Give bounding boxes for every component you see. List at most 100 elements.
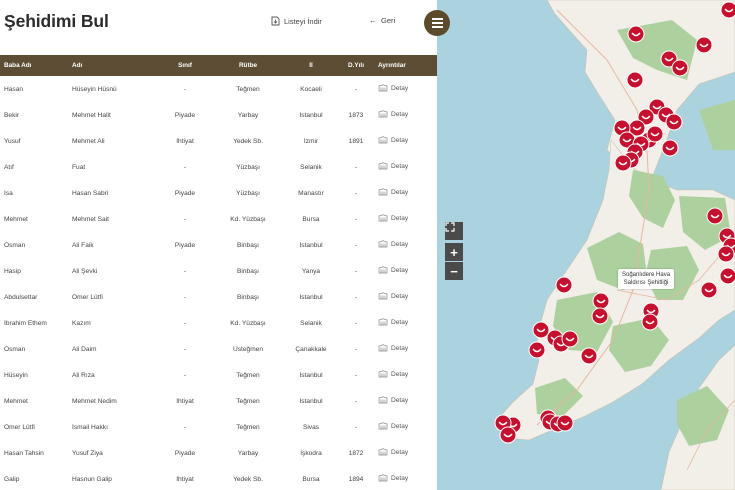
cell-birth-year: 1873 (348, 111, 364, 119)
table-row: Osman Ali Daim - Üsteğmen Çanakkale - Detay (0, 336, 437, 362)
martyr-marker[interactable] (561, 330, 579, 348)
map-canvas[interactable] (437, 0, 735, 490)
cell-province: İzmir (303, 137, 319, 145)
download-list-link[interactable]: Listeyi İndir (271, 16, 322, 26)
detail-button[interactable]: Detay (378, 110, 408, 118)
detail-button[interactable]: Detay (378, 136, 408, 144)
detail-button[interactable]: Detay (378, 344, 408, 352)
martyr-marker[interactable] (614, 154, 632, 172)
cell-rank: Yüzbaşı (236, 189, 260, 197)
zoom-in-button[interactable]: + (445, 243, 463, 261)
detail-label: Detay (391, 188, 409, 196)
table-row: Hasan Hüseyin Hüsnü - Teğmen Kocaeli - Detay (0, 76, 437, 102)
martyr-marker[interactable] (627, 25, 645, 43)
martyr-marker[interactable] (671, 59, 689, 77)
cell-rank: Binbaşı (237, 293, 259, 301)
cell-name: Yusuf Ziya (72, 449, 103, 457)
detail-button[interactable]: Detay (378, 422, 408, 430)
cell-name: Hasan Sabri (72, 189, 109, 197)
column-header-father-name: Baba Adı (4, 62, 32, 69)
cell-birth-year: - (354, 215, 358, 223)
martyr-marker[interactable] (580, 347, 598, 365)
table-row: Atıf Fuat - Yüzbaşı Selanik - Detay (0, 154, 437, 180)
cell-father-name: Bekir (4, 111, 20, 119)
detail-button[interactable]: Detay (378, 84, 408, 92)
cell-province: Selanik (300, 163, 322, 171)
detail-button[interactable]: Detay (378, 318, 408, 326)
detail-button[interactable]: Detay (378, 474, 408, 482)
detail-icon (378, 266, 388, 274)
martyr-marker[interactable] (626, 71, 644, 89)
map-tooltip: Soğanlıdere Hava Saldırısı Şehitliği (618, 269, 675, 289)
cell-province: Sivas (302, 423, 320, 431)
detail-button[interactable]: Detay (378, 292, 408, 300)
cell-details: Detay (371, 240, 437, 250)
detail-icon (378, 162, 388, 170)
fullscreen-button[interactable] (445, 222, 463, 240)
martyr-marker[interactable] (641, 313, 659, 331)
cell-class: Piyade (174, 449, 196, 457)
cell-name: Ali Rıza (72, 371, 95, 379)
cell-class: - (183, 163, 187, 171)
martyr-marker[interactable] (665, 113, 683, 131)
martyr-marker[interactable] (719, 267, 735, 285)
cell-name: Hüseyin Hüsnü (72, 85, 117, 93)
map-view[interactable]: + − Soğanlıdere Hava Saldırısı Şehitliği (437, 0, 735, 490)
cell-details: Detay (371, 370, 437, 380)
cell-province: Çanakkale (295, 345, 327, 353)
detail-button[interactable]: Detay (378, 188, 408, 196)
cell-name: Ali Faik (72, 241, 94, 249)
detail-icon (378, 474, 388, 482)
back-link[interactable]: ← Geri (369, 16, 395, 25)
detail-button[interactable]: Detay (378, 214, 408, 222)
detail-label: Detay (391, 84, 409, 92)
martyr-marker[interactable] (555, 276, 573, 294)
menu-button[interactable] (424, 10, 450, 36)
cell-birth-year: 1891 (348, 137, 364, 145)
cell-class: - (183, 319, 187, 327)
column-header-class: Sınıf (178, 62, 192, 69)
detail-button[interactable]: Detay (378, 162, 408, 170)
hamburger-icon-bar (431, 26, 443, 28)
cell-rank: Teğmen (236, 423, 260, 431)
table-body: Hasan Hüseyin Hüsnü - Teğmen Kocaeli - Detay Be… (0, 76, 437, 490)
column-header-name: Adı (72, 62, 83, 69)
martyr-marker[interactable] (706, 207, 724, 225)
detail-button[interactable]: Detay (378, 370, 408, 378)
martyr-marker[interactable] (720, 1, 735, 19)
cell-birth-year: - (354, 163, 358, 171)
detail-label: Detay (391, 240, 409, 248)
cell-birth-year: - (354, 85, 358, 93)
martyr-marker[interactable] (661, 139, 679, 157)
martyr-marker[interactable] (528, 341, 546, 359)
martyr-marker[interactable] (700, 281, 718, 299)
page-header: Şehidimi Bul Listeyi İndir ← Geri (0, 0, 437, 55)
cell-birth-year: - (354, 423, 358, 431)
cell-birth-year: - (354, 293, 358, 301)
cell-details: Detay (371, 344, 437, 354)
martyr-marker[interactable] (532, 321, 550, 339)
detail-label: Detay (391, 396, 409, 404)
cell-class: - (183, 267, 187, 275)
cell-rank: Teğmen (236, 371, 260, 379)
martyr-marker[interactable] (591, 307, 609, 325)
martyr-marker[interactable] (695, 36, 713, 54)
detail-button[interactable]: Detay (378, 448, 408, 456)
map-tooltip-line: Saldırısı Şehitliği (623, 280, 669, 286)
cell-rank: Teğmen (236, 85, 260, 93)
detail-button[interactable]: Detay (378, 240, 408, 248)
fullscreen-icon (445, 222, 455, 232)
cell-birth-year: - (354, 267, 358, 275)
martyr-marker[interactable] (646, 125, 664, 143)
martyr-marker[interactable] (717, 245, 735, 263)
map-forest-area (699, 100, 735, 150)
detail-button[interactable]: Detay (378, 266, 408, 274)
detail-label: Detay (391, 292, 409, 300)
zoom-out-button[interactable]: − (445, 262, 463, 280)
detail-button[interactable]: Detay (378, 396, 408, 404)
martyr-marker[interactable] (499, 426, 517, 444)
martyr-marker[interactable] (556, 414, 574, 432)
martyr-marker[interactable] (592, 292, 610, 310)
cell-class: Piyade (174, 241, 196, 249)
detail-icon (378, 448, 388, 456)
